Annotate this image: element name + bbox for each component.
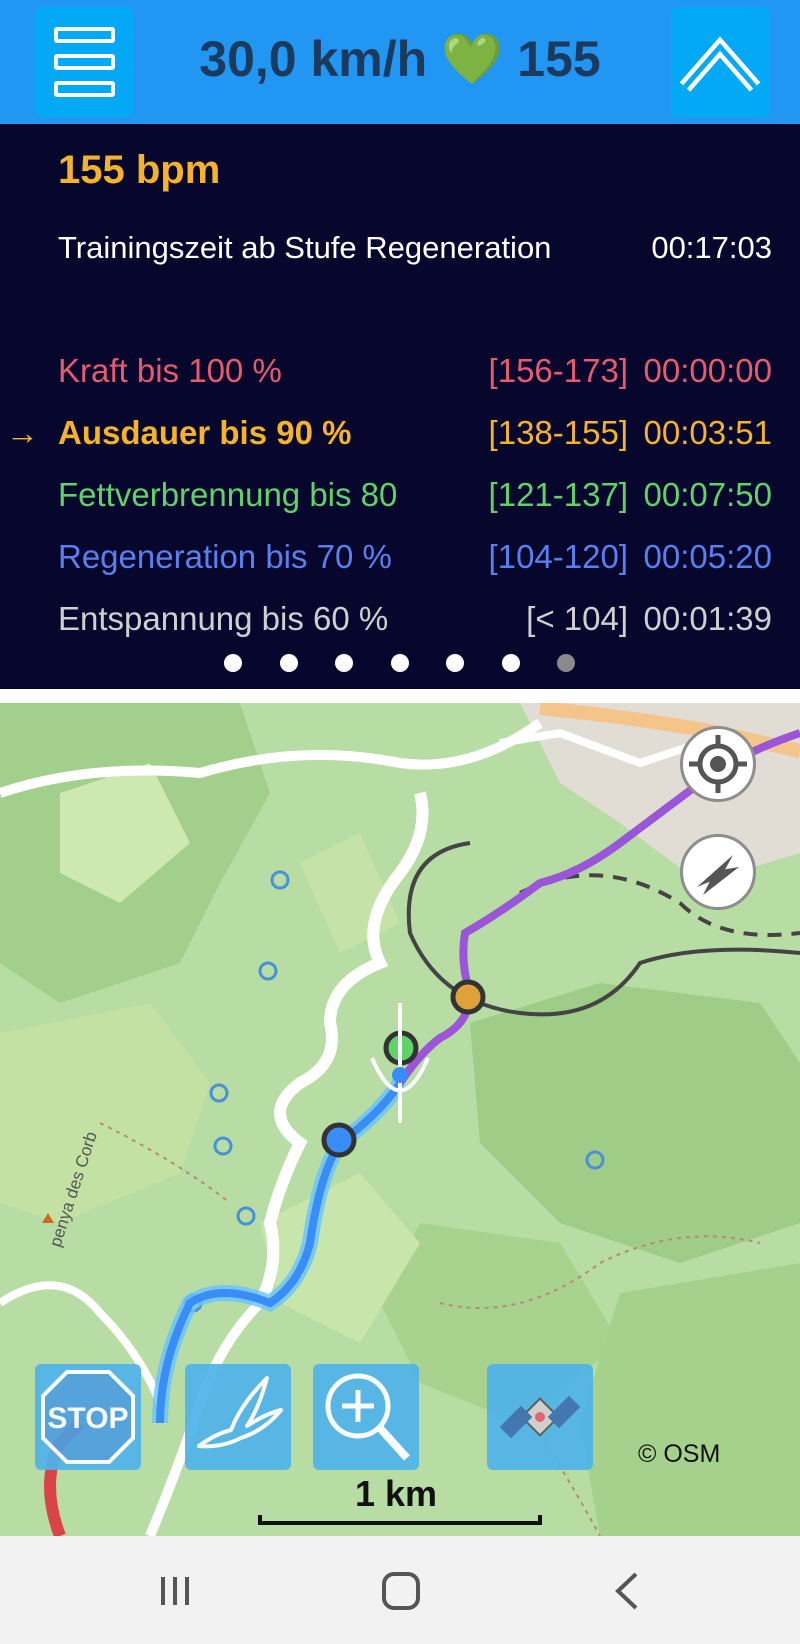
zone-time: 00:03:51 [643, 414, 772, 451]
zone-time: 00:07:50 [643, 476, 772, 513]
zone-time: 00:00:00 [643, 352, 772, 389]
collapse-up-button[interactable] [671, 7, 769, 117]
zone-name: Kraft bis 100 % [58, 352, 282, 389]
page-dot-active[interactable] [557, 654, 575, 672]
scale-label: 1 km [355, 1473, 438, 1514]
back-icon[interactable] [608, 1570, 648, 1612]
crosshair-icon [689, 735, 747, 793]
locate-me-button[interactable] [680, 726, 756, 802]
training-time-value: 00:17:03 [651, 230, 772, 265]
page-dot[interactable] [502, 654, 520, 672]
heart-rate-value: 155 [517, 31, 601, 87]
zone-row-regeneration: Regeneration bis 70 % [104-120] 00:05:20 [0, 538, 800, 588]
stop-button[interactable]: STOP [35, 1364, 141, 1470]
recent-apps-icon[interactable] [155, 1571, 195, 1611]
training-time-label: Trainingszeit ab Stufe Regeneration [58, 230, 552, 265]
top-app-bar: 30,0 km/h 💚 155 [0, 0, 800, 124]
map-view[interactable]: penya des Corb STOP © OSM 1 km [0, 703, 800, 1536]
zone-range: [156-173] [488, 352, 628, 389]
zoom-in-icon [325, 1373, 410, 1461]
chevron-up-icon [679, 36, 761, 92]
svg-text:STOP: STOP [47, 1402, 128, 1435]
page-dot[interactable] [446, 654, 464, 672]
heart-icon: 💚 [441, 31, 504, 87]
bird-icon [197, 1376, 283, 1449]
stop-sign-icon: STOP [41, 1370, 135, 1464]
zone-range: [138-155] [488, 414, 628, 451]
scale-bar [258, 1515, 542, 1525]
map-attribution: © OSM [638, 1440, 721, 1468]
current-bpm: 155 bpm [58, 148, 221, 192]
zone-range: [< 104] [526, 600, 628, 637]
page-indicator [0, 654, 800, 674]
satellite-button[interactable] [487, 1364, 593, 1470]
page-dot[interactable] [335, 654, 353, 672]
page-dot[interactable] [224, 654, 242, 672]
zone-time: 00:05:20 [643, 538, 772, 575]
zone-name: Fettverbrennung bis 80 [58, 476, 398, 513]
home-icon[interactable] [380, 1570, 422, 1612]
zone-row-kraft: Kraft bis 100 % [156-173] 00:00:00 [0, 352, 800, 402]
current-zone-arrow-icon: → [6, 414, 39, 451]
zone-row-ausdauer: → Ausdauer bis 90 % [138-155] 00:03:51 [0, 414, 800, 464]
zone-row-fettverbrennung: Fettverbrennung bis 80 [121-137] 00:07:5… [0, 476, 800, 526]
zone-range: [104-120] [488, 538, 628, 575]
menu-button[interactable] [36, 7, 133, 117]
zone-name: Ausdauer bis 90 % [58, 414, 352, 451]
speed-value: 30,0 km/h [199, 31, 428, 87]
zoom-in-button[interactable] [313, 1364, 419, 1470]
compass-button[interactable] [680, 834, 756, 910]
zone-name: Regeneration bis 70 % [58, 538, 392, 575]
system-navigation-bar [0, 1536, 800, 1644]
page-dot[interactable] [280, 654, 298, 672]
compass-icon [697, 855, 739, 895]
speed-heart-rate-readout: 30,0 km/h 💚 155 [150, 30, 650, 89]
zone-name: Entspannung bis 60 % [58, 600, 389, 637]
bird-button[interactable] [185, 1364, 291, 1470]
zone-range: [121-137] [488, 476, 628, 513]
zone-row-entspannung: Entspannung bis 60 % [< 104] 00:01:39 [0, 600, 800, 650]
satellite-icon [499, 1395, 581, 1439]
heart-rate-zones-panel[interactable]: 155 bpm Trainingszeit ab Stufe Regenerat… [0, 124, 800, 689]
page-dot[interactable] [391, 654, 409, 672]
zone-time: 00:01:39 [643, 600, 772, 637]
